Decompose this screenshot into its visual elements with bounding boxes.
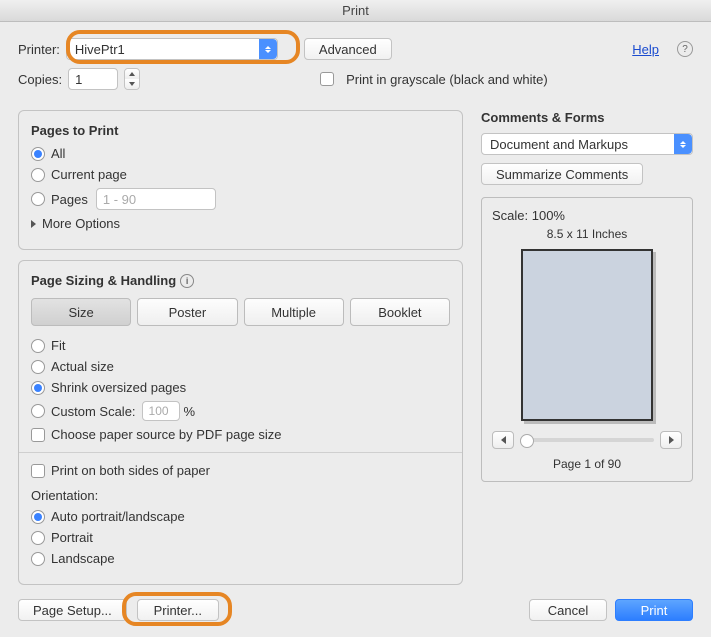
pages-range-field[interactable]: 1 - 90 — [96, 188, 216, 210]
page-setup-button[interactable]: Page Setup... — [18, 599, 127, 621]
more-options-link[interactable]: More Options — [42, 216, 120, 231]
preview-panel: Scale: 100% 8.5 x 11 Inches Page 1 of 90 — [481, 197, 693, 482]
printer-select[interactable]: HivePtr1 — [66, 38, 278, 60]
disclosure-icon[interactable] — [31, 220, 36, 228]
pages-panel: Pages to Print All Current page Pages 1 … — [18, 110, 463, 250]
orientation-landscape-radio[interactable] — [31, 552, 45, 566]
printer-value: HivePtr1 — [75, 42, 125, 57]
summarize-button[interactable]: Summarize Comments — [481, 163, 643, 185]
copies-stepper[interactable] — [124, 68, 140, 90]
orientation-auto-radio[interactable] — [31, 510, 45, 524]
grayscale-checkbox[interactable] — [320, 72, 334, 86]
grayscale-label: Print in grayscale (black and white) — [346, 72, 548, 87]
printer-button[interactable]: Printer... — [137, 599, 219, 621]
fit-radio[interactable] — [31, 339, 45, 353]
orientation-landscape-label: Landscape — [51, 551, 115, 566]
both-sides-checkbox[interactable] — [31, 464, 45, 478]
comments-mode-select[interactable]: Document and Markups — [481, 133, 693, 155]
chevron-updown-icon — [259, 39, 277, 59]
page-slider[interactable] — [520, 438, 654, 442]
custom-radio[interactable] — [31, 404, 45, 418]
page-info-label: Page 1 of 90 — [492, 457, 682, 471]
orientation-portrait-label: Portrait — [51, 530, 93, 545]
pages-all-radio[interactable] — [31, 147, 45, 161]
fit-label: Fit — [51, 338, 65, 353]
pages-range-label: Pages — [51, 192, 88, 207]
orientation-portrait-radio[interactable] — [31, 531, 45, 545]
orientation-label: Orientation: — [31, 488, 450, 503]
copies-label: Copies: — [18, 72, 62, 87]
copies-field[interactable]: 1 — [68, 68, 118, 90]
actual-radio[interactable] — [31, 360, 45, 374]
pages-all-label: All — [51, 146, 65, 161]
pages-range-radio[interactable] — [31, 192, 45, 206]
help-link[interactable]: Help — [632, 42, 659, 57]
sizing-heading: Page Sizing & Handling — [31, 273, 176, 288]
page-thumbnail — [521, 249, 653, 421]
next-page-button[interactable] — [660, 431, 682, 449]
tab-multiple[interactable]: Multiple — [244, 298, 344, 326]
actual-label: Actual size — [51, 359, 114, 374]
comments-heading: Comments & Forms — [481, 110, 693, 125]
pages-heading: Pages to Print — [31, 123, 450, 138]
custom-scale-field[interactable]: 100 — [142, 401, 180, 421]
orientation-auto-label: Auto portrait/landscape — [51, 509, 185, 524]
custom-label: Custom Scale: — [51, 404, 136, 419]
pages-current-label: Current page — [51, 167, 127, 182]
both-sides-label: Print on both sides of paper — [51, 463, 210, 478]
window-title: Print — [0, 0, 711, 22]
tab-booklet[interactable]: Booklet — [350, 298, 450, 326]
cancel-button[interactable]: Cancel — [529, 599, 607, 621]
tab-size[interactable]: Size — [31, 298, 131, 326]
comments-mode-value: Document and Markups — [490, 137, 628, 152]
choose-source-checkbox[interactable] — [31, 428, 45, 442]
dimensions-label: 8.5 x 11 Inches — [492, 227, 682, 241]
choose-source-label: Choose paper source by PDF page size — [51, 427, 282, 442]
info-icon[interactable]: i — [180, 274, 194, 288]
help-icon[interactable]: ? — [677, 41, 693, 57]
print-button[interactable]: Print — [615, 599, 693, 621]
shrink-label: Shrink oversized pages — [51, 380, 186, 395]
scale-label: Scale: 100% — [492, 208, 682, 223]
custom-pct-label: % — [184, 404, 196, 419]
shrink-radio[interactable] — [31, 381, 45, 395]
advanced-button[interactable]: Advanced — [304, 38, 392, 60]
prev-page-button[interactable] — [492, 431, 514, 449]
printer-label: Printer: — [18, 42, 60, 57]
pages-current-radio[interactable] — [31, 168, 45, 182]
tab-poster[interactable]: Poster — [137, 298, 237, 326]
chevron-updown-icon — [674, 134, 692, 154]
sizing-panel: Page Sizing & Handling i Size Poster Mul… — [18, 260, 463, 585]
